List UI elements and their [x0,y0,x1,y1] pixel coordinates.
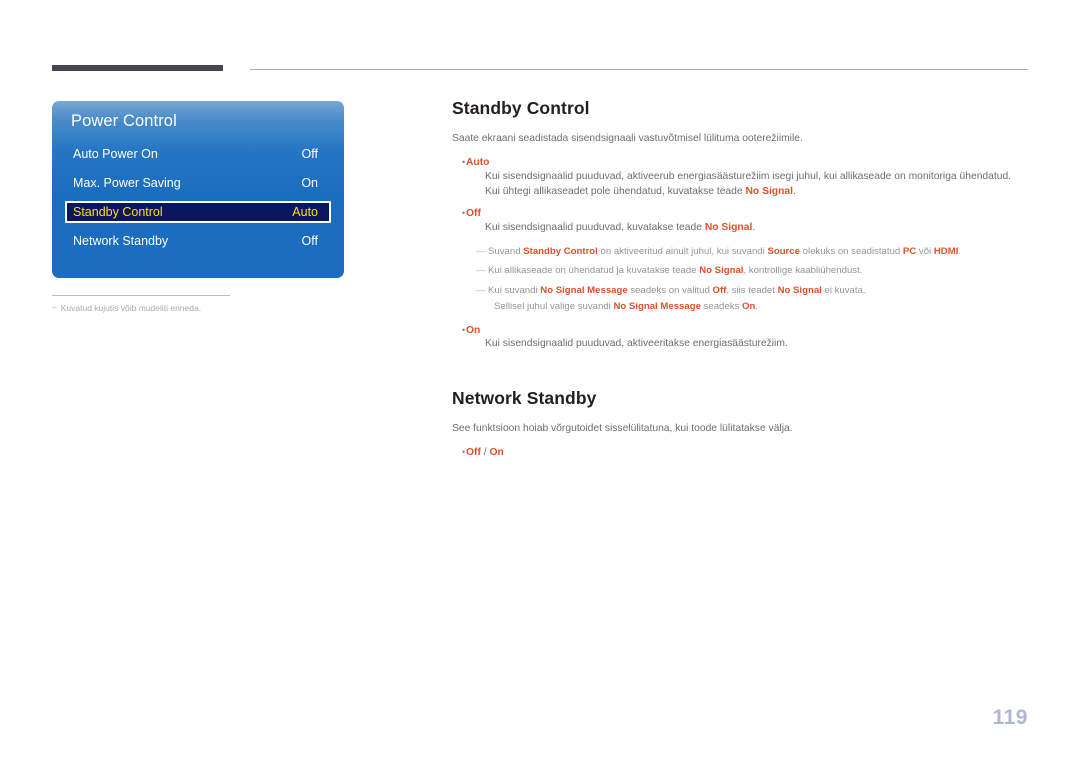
text-fragment: Suvand [488,245,524,257]
caption-divider [52,295,230,296]
emphasis-no-signal: No Signal [704,222,753,234]
text-fragment: , kontrollige kaabliühendust. [743,265,863,277]
osd-caption: – Kuvatud kujutis võib mudeliti erineda. [52,303,344,313]
note-text: Kui allikaseade on ühendatud ja kuvataks… [488,264,862,278]
osd-row-value: On [301,176,318,190]
note-line-3-continuation: Sellisel juhul valige suvandi No Signal … [494,300,1028,314]
text-fragment: . [755,301,758,313]
emphasis-hdmi: HDMI [933,245,959,257]
bullet-dot-icon: • [462,208,466,219]
bullet-term-off-on: Off / On [466,447,504,458]
emphasis-no-signal: No Signal [699,265,744,277]
emphasis-no-signal: No Signal [777,284,822,296]
bullet-body-on-line1: Kui sisendsignaalid puuduvad, aktiveerit… [485,338,788,350]
note-dash-icon: — [476,284,486,296]
page-header-rules [0,0,1080,80]
osd-power-control-panel: Power Control Auto Power On Off Max. Pow… [52,101,344,278]
osd-row-auto-power-on[interactable]: Auto Power On Off [65,143,331,165]
bullet-dot-icon: • [462,447,466,457]
note-line-3: — Kui suvandi No Signal Message seadeks … [452,284,1028,298]
text-fragment: Off [466,447,481,458]
text-fragment: , siis teadet [726,284,778,296]
bullet-head: • Auto [452,156,1028,169]
emphasis-on: On [741,301,756,313]
standby-control-bullet-list: • Auto Kui sisendsignaalid puuduvad, akt… [452,156,1028,236]
bullet-dot-icon: • [462,156,466,167]
text-fragment: . [752,222,756,234]
osd-row-value: Auto [292,205,318,219]
emphasis-source: Source [767,245,800,257]
osd-row-value: Off [301,234,318,248]
text-fragment: Kui sisendsignaalid puuduvad, kuvatakse … [485,222,705,234]
bullet-term-off: Off [466,208,481,220]
standby-control-bullet-list-on: • On Kui sisendsignaalid puuduvad, aktiv… [452,324,1028,353]
text-fragment: Kui allikaseade on ühendatud ja kuvataks… [488,265,700,277]
bullet-head: • Off [452,207,1028,220]
osd-illustration-column: Power Control Auto Power On Off Max. Pow… [52,101,344,313]
bullet-item-auto: • Auto Kui sisendsignaalid puuduvad, akt… [452,156,1028,201]
text-fragment: seadeks [700,301,742,313]
caption-text: Kuvatud kujutis võib mudeliti erineda. [60,303,202,313]
note-line-1: — Suvand Standby Control on aktiveeritud… [452,245,1028,259]
heading-network-standby: Network Standby [452,388,597,409]
osd-row-network-standby[interactable]: Network Standby Off [65,230,331,252]
text-fragment: . [958,245,962,257]
bullet-term-auto: Auto [466,156,490,168]
heading-standby-control: Standby Control [452,98,590,118]
text-fragment: ei kuvata. [821,284,866,296]
text-fragment: . [792,186,796,198]
content-column: Standby Control Saate ekraani seadistada… [452,98,1028,466]
caption-dash-icon: – [52,302,57,312]
header-accent-bar [52,65,223,71]
intro-standby-control: Saate ekraani seadistada sisendsignaali … [452,133,803,144]
header-divider-line [250,69,1028,70]
emphasis-no-signal-message: No Signal Message [613,301,701,313]
bullet-dot-icon: • [462,324,466,335]
emphasis-no-signal: No Signal [745,186,793,198]
emphasis-pc: PC [902,245,917,257]
osd-panel-title: Power Control [71,112,177,130]
bullet-term-on: On [466,324,481,336]
osd-row-label: Auto Power On [73,147,158,161]
osd-row-label: Network Standby [73,234,169,248]
bullet-item-off: • Off Kui sisendsignaalid puuduvad, kuva… [452,207,1028,236]
page-number: 119 [992,706,1028,729]
text-fragment: Sellisel juhul valige suvandi [494,301,614,313]
text-fragment: On [489,447,504,458]
text-fragment: on aktiveeritud ainult juhul, kui suvand… [597,245,768,257]
osd-row-max-power-saving[interactable]: Max. Power Saving On [65,172,331,194]
text-fragment: Kui ühtegi allikaseadet pole ühendatud, … [485,186,746,198]
text-fragment: Kui suvandi [488,284,541,296]
text-fragment: olekuks on seadistatud [799,245,903,257]
bullet-item-off-on: • Off / On [452,446,1028,459]
emphasis-off: Off [712,284,727,296]
emphasis-standby-control: Standby Control [523,245,598,257]
bullet-head: • On [452,324,1028,337]
bullet-body-auto-line1: Kui sisendsignaalid puuduvad, aktiveerub… [485,170,1012,182]
osd-row-label: Standby Control [73,205,163,219]
text-fragment: või [916,245,934,257]
emphasis-no-signal-message: No Signal Message [540,284,628,296]
note-text: Kui suvandi No Signal Message seadeks on… [488,284,866,298]
osd-menu-list: Auto Power On Off Max. Power Saving On S… [52,141,344,278]
note-line-2: — Kui allikaseade on ühendatud ja kuvata… [452,264,1028,278]
bullet-head: • Off / On [452,446,1028,459]
note-text: Suvand Standby Control on aktiveeritud a… [488,245,961,259]
note-dash-icon: — [476,265,486,277]
bullet-body-auto-line2: Kui ühtegi allikaseadet pole ühendatud, … [485,184,1028,200]
osd-row-value: Off [301,147,318,161]
osd-row-standby-control[interactable]: Standby Control Auto [65,201,331,223]
note-dash-icon: — [476,245,486,257]
bullet-body-off-line1: Kui sisendsignaalid puuduvad, kuvatakse … [485,220,1028,236]
text-fragment: seadeks on valitud [627,284,713,296]
network-standby-bullet-list: • Off / On [452,446,1028,459]
standby-control-notes: — Suvand Standby Control on aktiveeritud… [452,245,1028,315]
bullet-item-on: • On Kui sisendsignaalid puuduvad, aktiv… [452,324,1028,353]
intro-network-standby: See funktsioon hoiab võrgutoidet sisselü… [452,423,793,435]
osd-row-label: Max. Power Saving [73,176,181,190]
